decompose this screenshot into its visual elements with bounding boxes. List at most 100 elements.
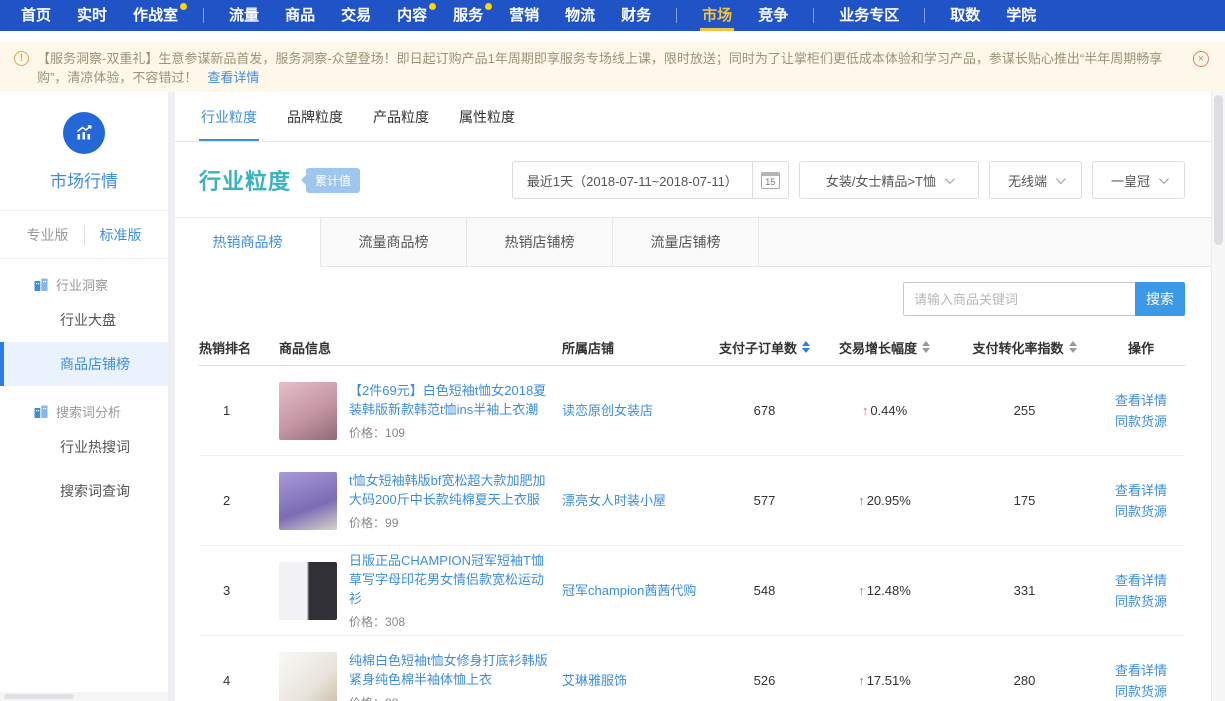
building-icon <box>34 405 48 418</box>
section-label: 行业洞察 <box>56 275 108 294</box>
nav-item[interactable]: 取数 <box>937 0 993 31</box>
notification-dot-icon <box>180 3 187 10</box>
nav-item[interactable]: 内容 <box>384 0 440 31</box>
date-range-label: 最近1天（2018-07-11~2018-07-11） <box>513 171 752 190</box>
product-image[interactable] <box>279 652 337 701</box>
product-info-cell: 【2件69元】白色短袖t恤女2018夏装韩版新款韩范t恤ins半袖上衣潮 价格：… <box>279 381 562 441</box>
same-source-link[interactable]: 同款货源 <box>1097 501 1185 522</box>
nav-item[interactable]: 物流 <box>552 0 608 31</box>
close-icon[interactable]: × <box>1193 51 1209 67</box>
rank-cell: 4 <box>199 673 279 688</box>
sidebar-items: 行业大盘商品店铺榜 <box>0 298 168 386</box>
rank-tab-filler <box>759 218 1225 267</box>
nav-item[interactable]: 首页 <box>8 0 64 31</box>
actions-cell: 查看详情 同款货源 <box>1097 390 1185 432</box>
granularity-tab[interactable]: 品牌粒度 <box>285 92 345 141</box>
nav-item[interactable]: 竞争 <box>745 0 801 31</box>
sidebar-item[interactable]: 行业大盘 <box>0 298 168 342</box>
product-title-link[interactable]: 纯棉白色短袖t恤女修身打底衫韩版紧身纯色棉半袖体恤上衣 <box>349 651 548 689</box>
same-source-link[interactable]: 同款货源 <box>1097 591 1185 612</box>
rank-tab[interactable]: 热销商品榜 <box>175 218 321 267</box>
conversion-index-cell: 280 <box>952 673 1097 688</box>
granularity-tab[interactable]: 属性粒度 <box>457 92 517 141</box>
nav-item[interactable]: 作战室 <box>120 0 191 31</box>
rank-tab[interactable]: 热销店铺榜 <box>467 218 613 267</box>
search-row: 搜索 <box>175 267 1225 329</box>
filter-dropdown[interactable]: 一皇冠 <box>1092 161 1185 199</box>
table-header-cell: 所属店铺 <box>562 338 712 357</box>
shop-link[interactable]: 艾琳雅服饰 <box>562 673 627 688</box>
same-source-link[interactable]: 同款货源 <box>1097 411 1185 432</box>
sidebar-section-header: 行业洞察 <box>0 259 168 298</box>
product-image[interactable] <box>279 382 337 440</box>
shop-link[interactable]: 漂亮女人时装小屋 <box>562 493 666 508</box>
nav-item[interactable]: 服务 <box>440 0 496 31</box>
nav-item[interactable]: 财务 <box>608 0 664 31</box>
chevron-down-icon <box>945 174 955 184</box>
sidebar-horizontal-scrollbar[interactable] <box>0 692 168 701</box>
product-title-link[interactable]: 【2件69元】白色短袖t恤女2018夏装韩版新款韩范t恤ins半袖上衣潮 <box>349 381 548 419</box>
rank-tab[interactable]: 流量商品榜 <box>321 218 467 267</box>
filter-dropdown[interactable]: 女装/女士精品>T恤 <box>799 161 979 199</box>
nav-gap <box>0 31 1225 42</box>
scrollbar-thumb[interactable] <box>1214 95 1223 245</box>
product-title-link[interactable]: 日版正品CHAMPION冠军短袖T恤草写字母印花男女情侣款宽松运动衫 <box>349 551 548 608</box>
orders-cell: 526 <box>712 673 817 688</box>
granularity-tab[interactable]: 产品粒度 <box>371 92 431 141</box>
filter-selects: 女装/女士精品>T恤无线端一皇冠 <box>789 161 1185 199</box>
sidebar-item[interactable]: 行业热搜词 <box>0 425 168 469</box>
product-price: 价格：88 <box>349 694 548 701</box>
date-range-picker[interactable]: 最近1天（2018-07-11~2018-07-11） 15 <box>512 161 789 199</box>
nav-item[interactable]: 营销 <box>496 0 552 31</box>
view-detail-link[interactable]: 查看详情 <box>1097 660 1185 681</box>
same-source-link[interactable]: 同款货源 <box>1097 681 1185 701</box>
page-title: 行业粒度 <box>199 164 291 196</box>
banner-detail-link[interactable]: 查看详情 <box>207 70 259 85</box>
version-tab[interactable]: 标准版 <box>84 225 142 245</box>
search-input[interactable] <box>903 282 1135 316</box>
sort-icon[interactable] <box>922 341 930 353</box>
sidebar-brand: 市场行情 <box>0 92 168 211</box>
sort-icon[interactable] <box>1069 341 1077 353</box>
sidebar-item[interactable]: 商品店铺榜 <box>0 342 168 386</box>
table-header-cell: 支付转化率指数 <box>952 338 1097 357</box>
growth-cell: ↑17.51% <box>817 673 952 688</box>
granularity-tab[interactable]: 行业粒度 <box>199 92 259 141</box>
column-label: 支付转化率指数 <box>972 338 1063 357</box>
product-image[interactable] <box>279 562 337 620</box>
main-content: 行业粒度品牌粒度产品粒度属性粒度 行业粒度 累计值 最近1天（2018-07-1… <box>175 92 1225 701</box>
shop-link[interactable]: 读恋原创女装店 <box>562 403 653 418</box>
version-tab[interactable]: 专业版 <box>27 225 69 245</box>
shop-link[interactable]: 冠军champion茜茜代购 <box>562 583 696 598</box>
view-detail-link[interactable]: 查看详情 <box>1097 390 1185 411</box>
nav-item[interactable]: 市场 <box>689 0 745 31</box>
rank-cell: 1 <box>199 403 279 418</box>
nav-item[interactable]: 业务专区 <box>826 0 912 31</box>
column-label: 操作 <box>1128 338 1154 357</box>
nav-item[interactable]: 实时 <box>64 0 120 31</box>
calendar-button[interactable]: 15 <box>752 162 788 198</box>
nav-item[interactable]: 学院 <box>993 0 1049 31</box>
nav-item[interactable]: 商品 <box>272 0 328 31</box>
sidebar-item[interactable]: 搜索词查询 <box>0 469 168 513</box>
table-row: 2 t恤女短袖韩版bf宽松超大款加肥加大码200斤中长款纯棉夏天上衣服 价格：9… <box>199 456 1185 546</box>
actions-cell: 查看详情 同款货源 <box>1097 660 1185 701</box>
filter-dropdown[interactable]: 无线端 <box>989 161 1082 199</box>
shop-cell: 读恋原创女装店 <box>562 401 712 420</box>
table-header-cell: 交易增长幅度 <box>817 338 952 357</box>
growth-cell: ↑0.44% <box>817 403 952 418</box>
product-title-link[interactable]: t恤女短袖韩版bf宽松超大款加肥加大码200斤中长款纯棉夏天上衣服 <box>349 471 548 509</box>
nav-item[interactable]: 交易 <box>328 0 384 31</box>
view-detail-link[interactable]: 查看详情 <box>1097 480 1185 501</box>
view-detail-link[interactable]: 查看详情 <box>1097 570 1185 591</box>
nav-item[interactable]: 流量 <box>216 0 272 31</box>
actions-cell: 查看详情 同款货源 <box>1097 480 1185 522</box>
chevron-down-icon <box>1056 174 1066 184</box>
up-arrow-icon: ↑ <box>858 673 865 688</box>
sort-icon[interactable] <box>802 341 810 353</box>
rank-tab[interactable]: 流量店铺榜 <box>613 218 759 267</box>
product-image[interactable] <box>279 472 337 530</box>
conversion-index-cell: 255 <box>952 403 1097 418</box>
search-button[interactable]: 搜索 <box>1135 282 1185 316</box>
product-info-cell: 日版正品CHAMPION冠军短袖T恤草写字母印花男女情侣款宽松运动衫 价格：30… <box>279 551 562 630</box>
